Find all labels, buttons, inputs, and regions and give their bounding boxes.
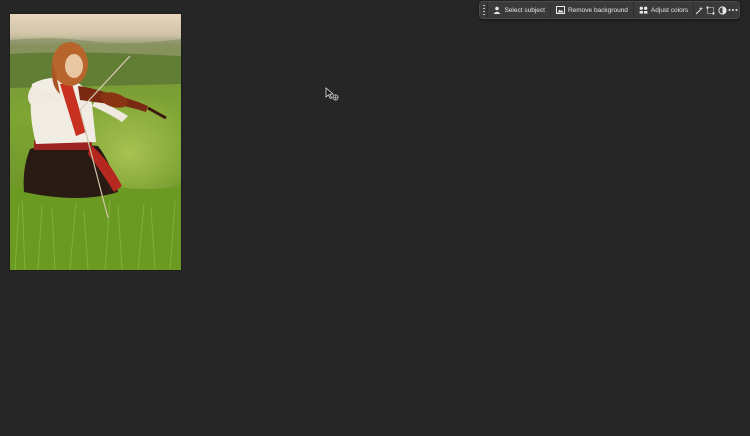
drag-handle[interactable] [480,2,489,18]
select-subject-label: Select subject [504,6,545,14]
transform-icon [706,6,715,14]
remove-background-button[interactable]: Remove background [551,2,634,18]
mask-icon [718,5,727,15]
violinist-photo [10,14,181,270]
magic-wand-icon [695,6,704,14]
select-subject-icon [493,6,501,14]
adjust-colors-button[interactable]: Adjust colors [634,2,695,18]
document-photo[interactable] [10,14,181,270]
magic-wand-button[interactable] [694,2,705,18]
more-options-icon [728,9,738,11]
adjust-colors-label: Adjust colors [650,6,689,14]
remove-background-label: Remove background [567,6,628,14]
grip-icon [482,5,485,15]
mask-button[interactable] [717,2,728,18]
contextual-task-bar: Select subject Remove background Adjust … [479,1,740,19]
select-subject-button[interactable]: Select subject [488,2,551,18]
more-options-button[interactable] [728,2,739,18]
remove-background-icon [555,6,565,14]
mouse-cursor-icon [325,87,339,101]
transform-button[interactable] [705,2,716,18]
adjust-colors-icon [639,6,648,14]
